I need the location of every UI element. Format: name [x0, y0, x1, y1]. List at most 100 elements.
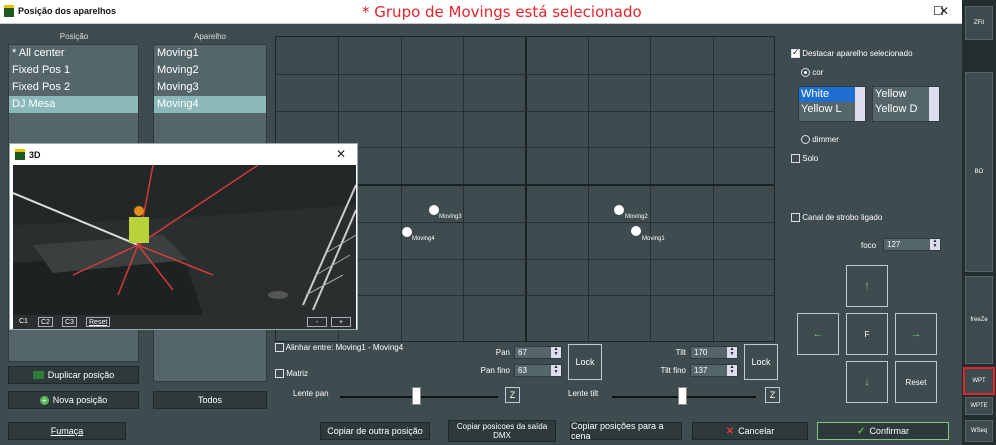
list-item[interactable]: Moving1 [154, 45, 266, 62]
pan-fine-value: 63 [518, 366, 527, 375]
fixture-point[interactable] [614, 205, 624, 215]
tilt-lock-button[interactable]: Lock [744, 344, 778, 380]
app-icon [4, 5, 14, 17]
spinner-arrows-icon[interactable]: ▲ ▼ [727, 347, 737, 358]
color-list-secondary[interactable]: Yellow Yellow D [872, 86, 940, 122]
color-list-primary[interactable]: White Yellow L [798, 86, 866, 122]
scrollbar[interactable] [855, 87, 865, 121]
move-down-button[interactable]: ↓ [846, 361, 888, 403]
fixture-label: Moving1 [642, 236, 665, 242]
smoke-button[interactable]: Fumaça [8, 422, 126, 440]
copy-to-scene-button[interactable]: Copiar posições para a cena [570, 421, 682, 441]
lens-pan-zero-button[interactable]: Z [505, 387, 520, 403]
all-button[interactable]: Todos [153, 391, 267, 409]
duplicate-position-button[interactable]: Duplicar posição [8, 366, 139, 384]
tilt-spinner[interactable]: 170 ▲ ▼ [690, 346, 738, 359]
lens-tilt-zero-button[interactable]: Z [765, 387, 780, 403]
freeze-button[interactable]: freeZe [965, 276, 993, 364]
tilt-fine-spinner[interactable]: 137 ▲ ▼ [690, 364, 738, 377]
spinner-arrows-icon[interactable]: ▲ ▼ [727, 365, 737, 376]
matrix-checkbox[interactable] [275, 369, 284, 379]
camera-1-button[interactable]: C1 [17, 317, 30, 327]
close-icon[interactable]: ✕ [939, 4, 949, 18]
cancel-button[interactable]: ✕ Cancelar [692, 422, 808, 440]
lens-tilt-thumb[interactable] [678, 387, 687, 405]
solo-option[interactable]: Solo [791, 154, 818, 164]
list-item-selected[interactable]: Moving4 [154, 96, 266, 113]
camera-3-button[interactable]: C3 [62, 317, 77, 327]
stage-render [13, 165, 356, 315]
camera-2-button[interactable]: C2 [38, 317, 53, 327]
spinner-arrows-icon[interactable]: ▲ ▼ [930, 239, 940, 250]
arrow-left-icon: ← [812, 328, 824, 340]
lens-pan-thumb[interactable] [412, 387, 421, 405]
copy-other-position-button[interactable]: Copiar de outra posição [320, 422, 430, 440]
dimmer-radio[interactable] [801, 135, 810, 145]
move-right-button[interactable]: → [895, 313, 937, 355]
cancel-icon: ✕ [725, 425, 735, 437]
camera-reset-button[interactable]: Reset [86, 317, 111, 327]
strobe-checkbox[interactable] [791, 213, 800, 223]
highlight-checkbox[interactable] [791, 47, 800, 59]
bo-button[interactable]: BO [965, 72, 993, 272]
wseq-button[interactable]: WSeq [965, 420, 993, 442]
grid-line [276, 74, 774, 75]
align-option[interactable]: Alinhar entre: Moving1 - Moving4 [275, 343, 403, 353]
zoom-in-button[interactable]: + [331, 317, 351, 327]
move-up-button[interactable]: ↑ [846, 265, 888, 307]
dimmer-option[interactable]: dimmer [801, 135, 839, 145]
arrow-up-icon: ↑ [864, 280, 870, 292]
tilt-label: Tilt [675, 348, 686, 357]
new-position-button[interactable]: + Nova posição [8, 391, 139, 409]
list-item[interactable]: Fixed Pos 2 [9, 79, 138, 96]
scrollbar[interactable] [929, 87, 939, 121]
fixture-point[interactable] [631, 226, 641, 236]
duplicate-icon [32, 371, 44, 379]
zoom-out-button[interactable]: - [307, 317, 327, 327]
confirm-button[interactable]: ✓ Confirmar [817, 422, 949, 440]
plus-icon: + [39, 395, 49, 405]
pan-spinner[interactable]: 67 ▲ ▼ [514, 346, 562, 359]
list-item[interactable]: Moving2 [154, 62, 266, 79]
align-checkbox[interactable] [275, 343, 284, 353]
move-left-button[interactable]: ← [797, 313, 839, 355]
pan-fine-spinner[interactable]: 63 ▲ ▼ [514, 364, 562, 377]
strobe-option[interactable]: Canal de strobo ligado [791, 213, 883, 223]
grid-line [276, 111, 774, 112]
solo-checkbox[interactable] [791, 154, 800, 164]
pan-value: 67 [518, 348, 527, 357]
spinner-arrows-icon[interactable]: ▲ ▼ [551, 365, 561, 376]
copy-dmx-button[interactable]: Copiar posicoes da saída DMX [448, 420, 556, 442]
fixture-label: Moving3 [439, 214, 462, 220]
focus-spinner[interactable]: 127 ▲ ▼ [883, 238, 941, 251]
strobe-label: Canal de strobo ligado [802, 213, 883, 222]
app-icon [15, 149, 25, 160]
zfit-button[interactable]: ZFit [965, 6, 993, 40]
pad-reset-button[interactable]: Reset [895, 361, 937, 403]
close-icon[interactable]: ✕ [336, 147, 346, 161]
new-position-label: Nova posição [52, 395, 108, 405]
wpte-button[interactable]: WPTE [965, 397, 993, 415]
matrix-option[interactable]: Matriz [275, 369, 308, 379]
fixture-point[interactable] [402, 227, 412, 237]
list-item[interactable]: Moving3 [154, 79, 266, 96]
view-3d-canvas[interactable] [13, 165, 356, 315]
pan-label: Pan [495, 348, 510, 357]
pan-fine-label: Pan fino [480, 366, 510, 375]
highlight-label: Destacar aparelho selecionado [802, 49, 913, 58]
fan-button[interactable]: F [846, 313, 888, 355]
list-item[interactable]: Fixed Pos 1 [9, 62, 138, 79]
pan-lock-button[interactable]: Lock [568, 344, 602, 380]
focus-label: foco [861, 241, 877, 250]
list-item-selected[interactable]: DJ Mesa [9, 96, 138, 113]
fixture-point[interactable] [429, 205, 439, 215]
color-radio[interactable] [801, 68, 810, 78]
highlight-option[interactable]: Destacar aparelho selecionado [791, 47, 913, 59]
cancel-label: Cancelar [738, 426, 775, 436]
wpt-button[interactable]: WPT [963, 367, 995, 395]
main-window: Posição dos aparelhos * Grupo de Movings… [0, 0, 962, 445]
color-option[interactable]: cor [801, 68, 823, 78]
list-item[interactable]: * All center [9, 45, 138, 62]
window-title: Posição dos aparelhos [18, 6, 117, 16]
spinner-arrows-icon[interactable]: ▲ ▼ [551, 347, 561, 358]
